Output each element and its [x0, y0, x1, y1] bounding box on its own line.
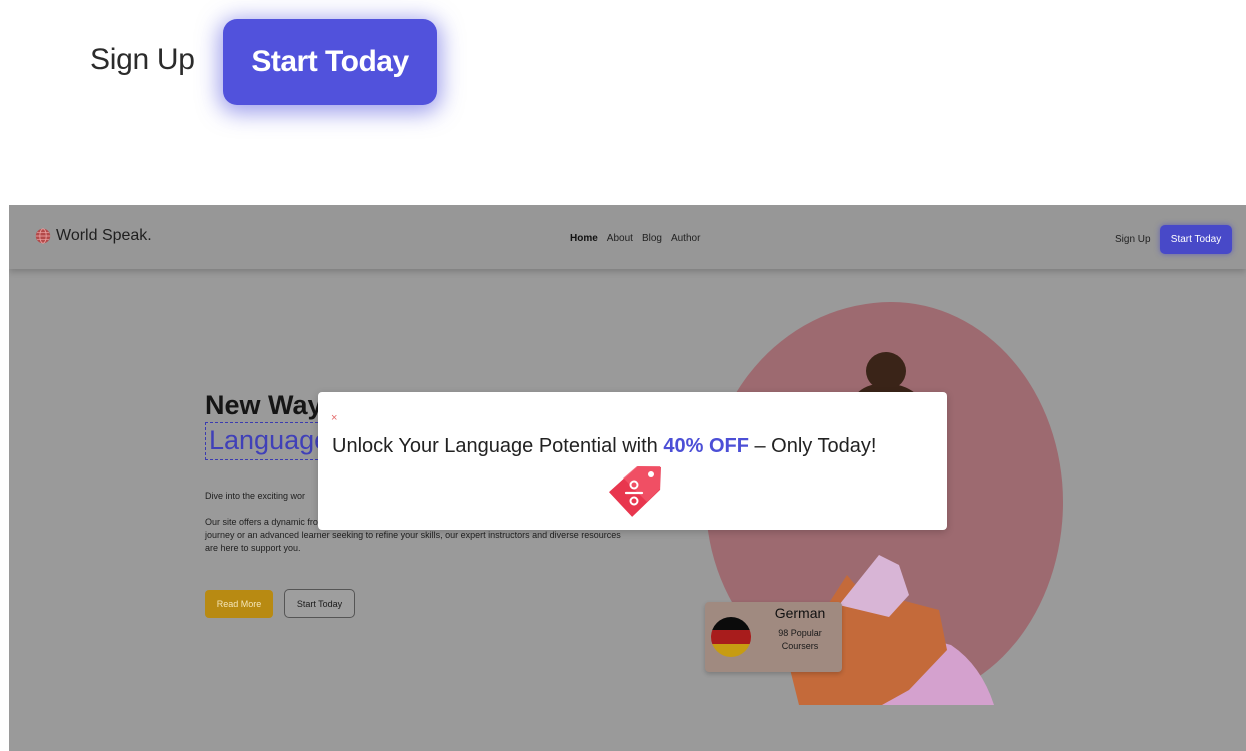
nav-links: Home About Blog Author [570, 233, 700, 244]
course-card-subtitle-line1: 98 Popular [778, 628, 822, 638]
course-card-title: German [774, 605, 826, 621]
read-more-button[interactable]: Read More [205, 590, 273, 618]
discount-tag-icon [608, 466, 661, 517]
nav-link-about[interactable]: About [607, 233, 633, 244]
promo-text-after: – Only Today! [748, 435, 877, 457]
german-course-card[interactable]: German 98 Popular Coursers [705, 602, 842, 672]
globe-icon [35, 228, 51, 244]
zoom-start-today-button[interactable]: Start Today [223, 19, 437, 105]
hero-start-today-button[interactable]: Start Today [284, 589, 355, 618]
promo-modal: × Unlock Your Language Potential with 40… [318, 392, 947, 530]
germany-flag-icon [711, 617, 751, 657]
navbar: World Speak. Home About Blog Author Sign… [9, 205, 1246, 269]
zoom-signup-link[interactable]: Sign Up [90, 43, 195, 77]
promo-text-before: Unlock Your Language Potential with [332, 435, 664, 457]
hero-title-line2: Language [205, 422, 334, 460]
hero-title-line1: New Way [205, 390, 323, 420]
nav-link-author[interactable]: Author [671, 233, 700, 244]
promo-highlight: 40% OFF [663, 435, 749, 457]
nav-link-home[interactable]: Home [570, 233, 598, 244]
nav-signup-link[interactable]: Sign Up [1115, 234, 1151, 245]
promo-text: Unlock Your Language Potential with 40% … [332, 435, 876, 458]
nav-link-blog[interactable]: Blog [642, 233, 662, 244]
course-card-subtitle-line2: Coursers [781, 641, 819, 651]
course-card-subtitle: 98 Popular Coursers [763, 627, 837, 653]
hero-paragraph-1: Dive into the exciting wor [205, 491, 306, 501]
logo-text: World Speak. [56, 227, 152, 244]
nav-start-today-button[interactable]: Start Today [1160, 225, 1232, 254]
logo[interactable]: World Speak. [35, 227, 152, 245]
close-icon[interactable]: × [331, 412, 337, 424]
